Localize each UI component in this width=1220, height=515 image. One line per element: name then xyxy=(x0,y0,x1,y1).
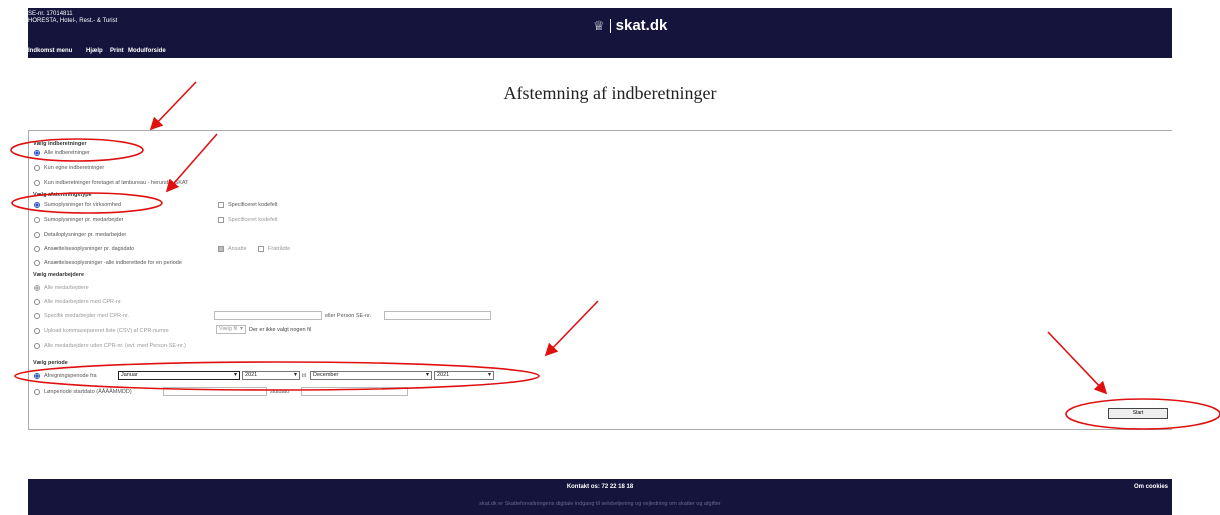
radio-alle-medarbejdere[interactable]: Alle medarbejdere xyxy=(34,285,89,291)
no-file-label: Der er ikke valgt nogen fil xyxy=(249,327,312,333)
radio-dot[interactable] xyxy=(34,343,40,349)
section-heading-employees: Vælg medarbejdere xyxy=(33,272,85,278)
start-button[interactable]: Start xyxy=(1108,408,1168,419)
slutdato-input[interactable] xyxy=(301,387,408,396)
section-heading-period: Vælg periode xyxy=(33,360,68,366)
radio-afregningsperiode[interactable]: Afregningsperiode fra xyxy=(34,373,97,379)
radio-alle-indberetninger[interactable]: Alle indberetninger xyxy=(34,150,90,156)
radio-dot[interactable] xyxy=(34,202,40,208)
from-year-select[interactable]: 2021 xyxy=(242,371,300,380)
checkbox-label: Fratrådte xyxy=(268,246,291,252)
cookies-link[interactable]: Om cookies xyxy=(1134,484,1168,490)
radio-label: Detailoplysninger pr. medarbejder xyxy=(44,232,127,238)
footer-disclaimer-bar: skat.dk er Skatteforvaltningens digitale… xyxy=(28,496,1172,515)
form-panel xyxy=(28,130,1172,430)
choose-file-button[interactable]: Vælg fil xyxy=(216,325,246,334)
menu-bar: Indkomst menu Hjælp Print Modulforside xyxy=(28,45,1172,58)
radio-loenperiode[interactable]: Lønperiode startdato (ÅÅÅÅMMDD) xyxy=(34,389,132,395)
radio-label: Alle medarbejdere uden CPR-nr. (evt. med… xyxy=(44,343,186,349)
footer-contact-bar: Kontakt os: 72 22 18 18 Om cookies xyxy=(28,479,1172,496)
radio-label: Lønperiode startdato (ÅÅÅÅMMDD) xyxy=(44,389,132,395)
contact-text: Kontakt os: 72 22 18 18 xyxy=(566,484,634,490)
radio-ansaettelse-dagsdato[interactable]: Ansættelsesoplysninger pr. dagsdato xyxy=(34,246,134,252)
person-se-input[interactable] xyxy=(384,311,491,320)
radio-dot[interactable] xyxy=(34,165,40,171)
radio-dot[interactable] xyxy=(34,217,40,223)
radio-label: Kun indberetninger foretaget af lønburea… xyxy=(44,180,189,186)
radio-label: Sumoplysninger pr. medarbejder xyxy=(44,217,124,223)
radio-label: Specifik medarbejder med CPR-nr. xyxy=(44,313,129,319)
checkbox-specificeret-2[interactable]: Specificeret kodefelt xyxy=(218,217,278,223)
checkbox-ansatte[interactable]: Ansatte xyxy=(218,246,247,252)
section-heading-reports: Vælg indberetninger xyxy=(33,141,87,147)
radio-label: Ansættelsesoplysninger pr. dagsdato xyxy=(44,246,135,252)
radio-label: Sumoplysninger for virksomhed xyxy=(44,202,122,208)
radio-loenbureau[interactable]: Kun indberetninger foretaget af lønburea… xyxy=(34,180,189,186)
skat-logo[interactable]: ♕ skat.dk xyxy=(593,17,667,34)
radio-dot[interactable] xyxy=(34,328,40,334)
checkbox-label: Specificeret kodefelt xyxy=(228,217,278,223)
radio-egne-indberetninger[interactable]: Kun egne indberetninger xyxy=(34,165,104,171)
menu-item-modulforside[interactable]: Modulforside xyxy=(128,48,166,54)
logo-divider xyxy=(609,18,611,33)
radio-label: Ansættelsesoplysninger -alle indberetted… xyxy=(44,260,182,266)
radio-sumoplysninger-medarbejder[interactable]: Sumoplysninger pr. medarbejder xyxy=(34,217,124,223)
radio-dot[interactable] xyxy=(34,150,40,156)
radio-uden-cpr[interactable]: Alle medarbejdere uden CPR-nr. (evt. med… xyxy=(34,343,186,349)
radio-dot[interactable] xyxy=(34,389,40,395)
radio-detailoplysninger[interactable]: Detailoplysninger pr. medarbejder xyxy=(34,232,126,238)
menu-item-indkomst[interactable]: Indkomst menu xyxy=(28,48,72,54)
to-year-select[interactable]: 2021 xyxy=(434,371,494,380)
disclaimer-text: skat.dk er Skatteforvaltningens digitale… xyxy=(479,501,721,507)
checkbox-box[interactable] xyxy=(258,246,264,252)
top-header: SE-nr. 17014811 HORESTA, Hotel-, Rest.- … xyxy=(28,8,1172,45)
radio-dot[interactable] xyxy=(34,232,40,238)
radio-dot[interactable] xyxy=(34,246,40,252)
radio-dot[interactable] xyxy=(34,285,40,291)
section-heading-type: Vælg afstemningstype xyxy=(33,192,92,198)
checkbox-box[interactable] xyxy=(218,246,224,252)
radio-ansaettelse-periode[interactable]: Ansættelsesoplysninger -alle indberetted… xyxy=(34,260,182,266)
radio-upload-csv[interactable]: Upload kommasepareret liste (CSV) af CPR… xyxy=(34,328,169,334)
radio-label: Alle indberetninger xyxy=(44,150,90,156)
slutdato-label: slutdato xyxy=(270,389,290,395)
radio-label: Upload kommasepareret liste (CSV) af CPR… xyxy=(44,328,169,334)
from-month-select[interactable]: Januar xyxy=(118,371,240,380)
page-title: Afstemning af indberetninger xyxy=(503,83,717,103)
checkbox-label: Specificeret kodefelt xyxy=(228,202,278,208)
radio-label: Kun egne indberetninger xyxy=(44,165,105,171)
radio-label: Alle medarbejdere med CPR-nr. xyxy=(44,299,122,305)
person-se-label: eller Person SE-nr. xyxy=(325,313,372,319)
to-month-select[interactable]: December xyxy=(310,371,432,380)
radio-label: Alle medarbejdere xyxy=(44,285,89,291)
til-label: til xyxy=(302,373,306,379)
menu-item-hjaelp[interactable]: Hjælp xyxy=(86,48,103,54)
radio-sumoplysninger-virksomhed[interactable]: Sumoplysninger for virksomhed xyxy=(34,202,121,208)
radio-dot[interactable] xyxy=(34,373,40,379)
menu-item-print[interactable]: Print xyxy=(110,48,124,54)
checkbox-label: Ansatte xyxy=(228,246,247,252)
radio-medarbejdere-cpr[interactable]: Alle medarbejdere med CPR-nr. xyxy=(34,299,122,305)
startdato-input[interactable] xyxy=(163,387,267,396)
checkbox-box[interactable] xyxy=(218,217,224,223)
checkbox-fratraadte[interactable]: Fratrådte xyxy=(258,246,290,252)
company-name: HORESTA, Hotel-, Rest.- & Turist xyxy=(28,18,118,24)
cpr-input[interactable] xyxy=(214,311,322,320)
radio-dot[interactable] xyxy=(34,299,40,305)
se-number: SE-nr. 17014811 xyxy=(28,11,73,17)
logo-text: skat.dk xyxy=(615,17,668,34)
radio-specifik-medarbejder[interactable]: Specifik medarbejder med CPR-nr. xyxy=(34,313,129,319)
crown-icon: ♕ xyxy=(593,17,605,33)
checkbox-specificeret-1[interactable]: Specificeret kodefelt xyxy=(218,202,278,208)
radio-label: Afregningsperiode fra xyxy=(44,373,97,379)
radio-dot[interactable] xyxy=(34,180,40,186)
radio-dot[interactable] xyxy=(34,260,40,266)
checkbox-box[interactable] xyxy=(218,202,224,208)
radio-dot[interactable] xyxy=(34,313,40,319)
